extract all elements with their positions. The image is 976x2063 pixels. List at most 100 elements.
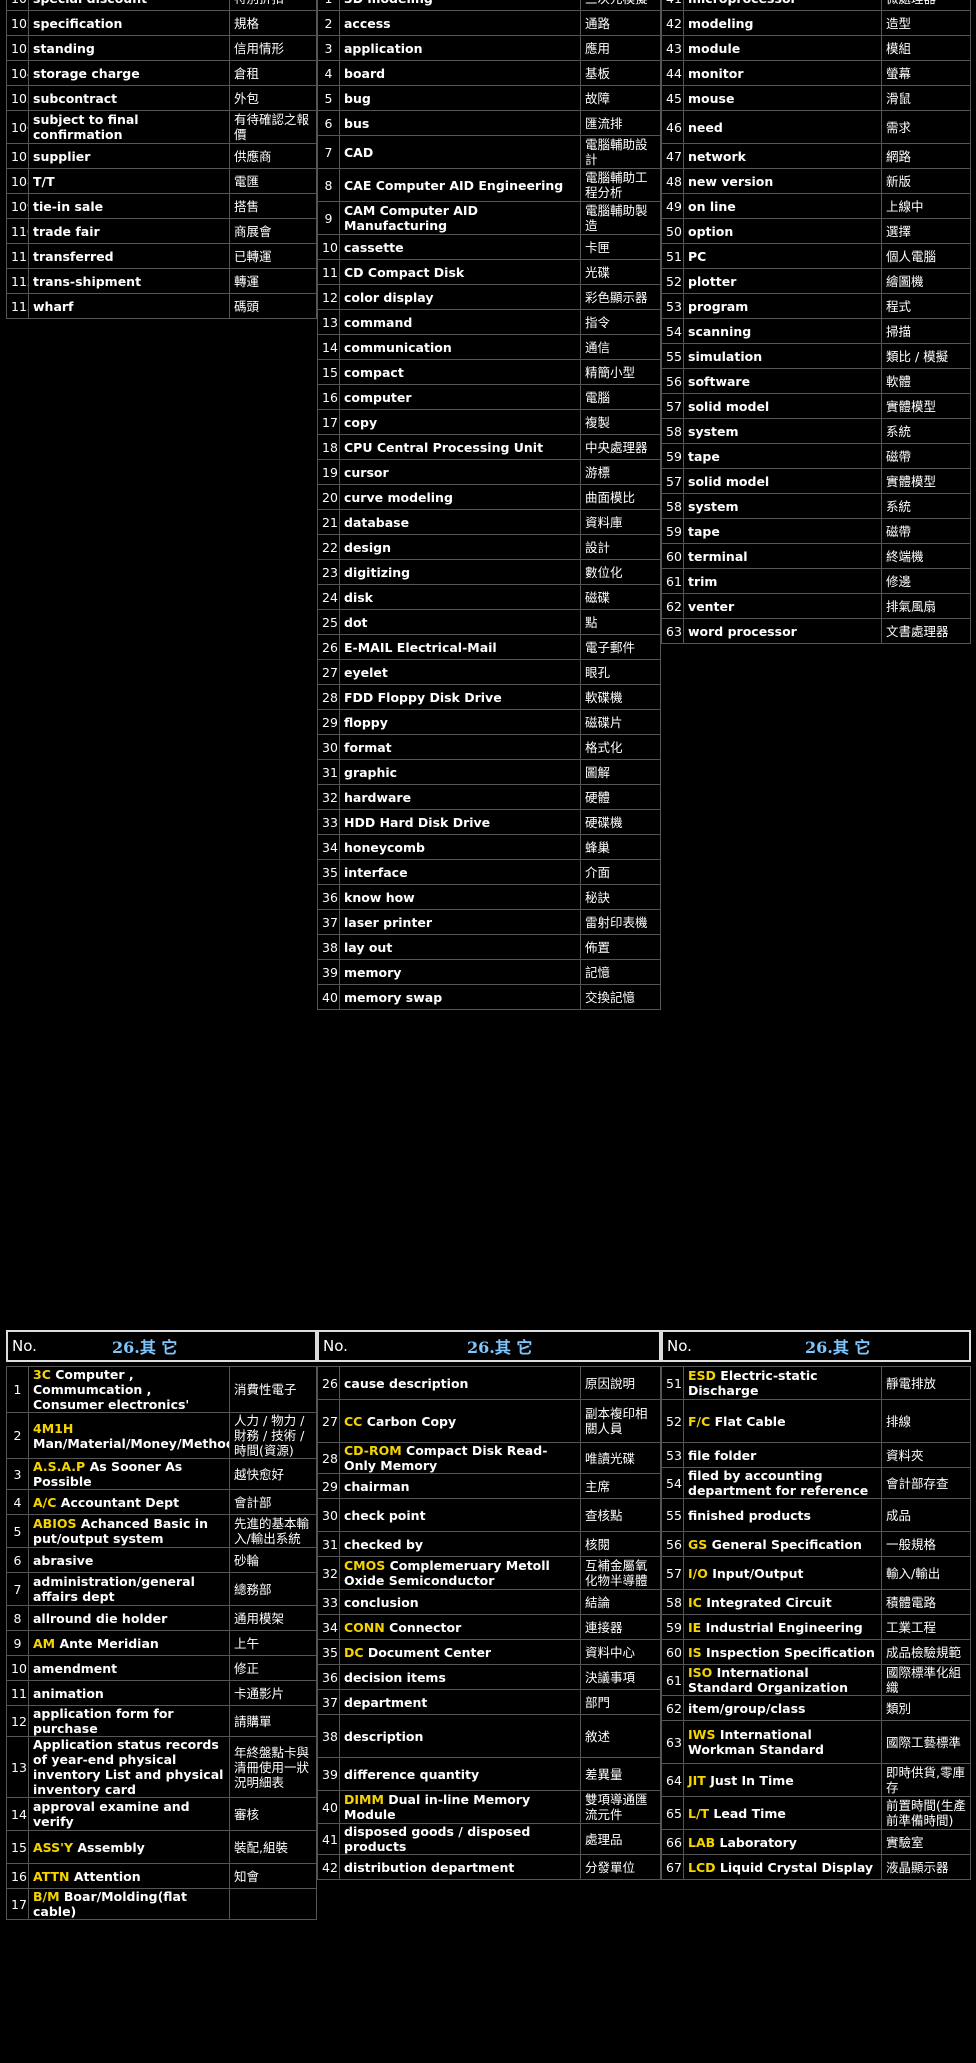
english-term: interface — [339, 859, 581, 885]
row-number: 51 — [661, 243, 684, 269]
row-number: 31 — [317, 759, 340, 785]
english-term-text: cause description — [344, 1375, 469, 1391]
english-term: abrasive — [28, 1547, 230, 1573]
english-term: standing — [28, 35, 230, 61]
glossary-row: 30 format 格式化 — [317, 734, 661, 760]
english-term: solid model — [683, 393, 882, 419]
english-term: word processor — [683, 618, 882, 644]
english-term: trade fair — [28, 218, 230, 244]
row-number: 31 — [317, 1531, 340, 1557]
row-number: 58 — [661, 418, 684, 444]
chinese-term: 知會 — [229, 1863, 317, 1889]
row-number: 33 — [317, 1589, 340, 1615]
english-term: on line — [683, 193, 882, 219]
glossary-row: 8 allround die holder 通用模架 — [6, 1605, 317, 1631]
chinese-term: 實體模型 — [881, 393, 971, 419]
chinese-term: 特別折扣 — [229, 0, 317, 11]
english-term: bug — [339, 85, 581, 111]
row-number: 23 — [317, 559, 340, 585]
chinese-term: 類別 — [881, 1695, 971, 1721]
abbreviation: IWS — [688, 1727, 716, 1742]
english-term-text: file folder — [688, 1447, 757, 1463]
english-term: 3C Computer , Commumcation , Consumer el… — [28, 1366, 230, 1413]
english-term-text: CPU Central Processing Unit — [344, 439, 544, 455]
english-term: item/group/class — [683, 1695, 882, 1721]
glossary-row: 33 conclusion 結論 — [317, 1589, 661, 1615]
chinese-term: 越快愈好 — [229, 1458, 317, 1490]
glossary-row: 57 I/O Input/Output 輸入/輸出 — [661, 1556, 971, 1590]
row-number: 41 — [661, 0, 684, 11]
glossary-row: 39 memory 記憶 — [317, 959, 661, 985]
chinese-term: 資料中心 — [580, 1639, 661, 1665]
english-term-text: item/group/class — [688, 1700, 806, 1716]
english-term-text: T/T — [33, 173, 55, 189]
glossary-row: 105subcontract 外包 — [6, 85, 317, 111]
chinese-term: 搭售 — [229, 193, 317, 219]
english-term-text: decision items — [344, 1669, 446, 1685]
english-term: storage charge — [28, 60, 230, 86]
chinese-term: 人力 / 物力 / 財務 / 技術 / 時間(資源) — [229, 1412, 317, 1459]
english-term: format — [339, 734, 581, 760]
glossary-row: 17 B/M Boar/Molding(flat cable) — [6, 1888, 317, 1920]
row-number: 32 — [317, 1556, 340, 1590]
english-term: application form for purchase — [28, 1705, 230, 1737]
glossary-row: 53 program 程式 — [661, 293, 971, 319]
row-number: 51 — [661, 1366, 684, 1400]
chinese-term: 匯流排 — [580, 110, 661, 136]
chinese-term: 已轉運 — [229, 243, 317, 269]
english-term: ATTN Attention — [28, 1863, 230, 1889]
english-term: copy — [339, 409, 581, 435]
row-number: 36 — [317, 884, 340, 910]
glossary-row: 66 LAB Laboratory 實驗室 — [661, 1829, 971, 1855]
chinese-term: 國際標準化組織 — [881, 1664, 971, 1696]
row-number: 26 — [317, 1366, 340, 1400]
english-term: software — [683, 368, 882, 394]
abbreviation: ABIOS — [33, 1516, 77, 1531]
chinese-term: 連接器 — [580, 1614, 661, 1640]
row-number: 108 — [6, 168, 29, 194]
english-term: decision items — [339, 1664, 581, 1690]
abbreviation: CC — [344, 1413, 363, 1429]
row-number: 35 — [317, 859, 340, 885]
row-number: 42 — [317, 1854, 340, 1880]
english-term: T/T — [28, 168, 230, 194]
chinese-term: 網路 — [881, 143, 971, 169]
abbreviation: IE — [688, 1619, 702, 1635]
glossary-row: 113wharf 碼頭 — [6, 293, 317, 319]
chinese-term: 雙項導通匯流元件 — [580, 1790, 661, 1824]
glossary-row: 41 disposed goods / disposed products 處理品 — [317, 1823, 661, 1855]
glossary-row: 48 new version 新版 — [661, 168, 971, 194]
header-no-label: No. — [12, 1337, 37, 1355]
chinese-term: 掃描 — [881, 318, 971, 344]
glossary-row: 2 access 通路 — [317, 10, 661, 36]
english-term-text: word processor — [688, 623, 797, 639]
glossary-row: 55 finished products 成品 — [661, 1498, 971, 1532]
glossary-row: 26 cause description 原因說明 — [317, 1366, 661, 1400]
english-term-text: plotter — [688, 273, 737, 289]
chinese-term: 電子郵件 — [580, 634, 661, 660]
glossary-row: 24 disk 磁碟 — [317, 584, 661, 610]
english-term: eyelet — [339, 659, 581, 685]
english-term: digitizing — [339, 559, 581, 585]
row-number: 29 — [317, 709, 340, 735]
row-number: 22 — [317, 534, 340, 560]
section-header-left: No. 26.其 它 — [6, 1330, 317, 1362]
glossary-row: 107supplier 供應商 — [6, 143, 317, 169]
english-term: scanning — [683, 318, 882, 344]
english-term-text: CAD — [344, 144, 374, 160]
header-no-label: No. — [323, 1337, 348, 1355]
glossary-row: 36 know how 秘訣 — [317, 884, 661, 910]
glossary-row: 63 word processor 文書處理器 — [661, 618, 971, 644]
glossary-row: 67 LCD Liquid Crystal Display 液晶顯示器 — [661, 1854, 971, 1880]
chinese-term: 數位化 — [580, 559, 661, 585]
row-number: 62 — [661, 1695, 684, 1721]
english-term: LCD Liquid Crystal Display — [683, 1854, 882, 1880]
chinese-term: 碼頭 — [229, 293, 317, 319]
english-term-text: description — [344, 1728, 424, 1744]
row-number: 44 — [661, 60, 684, 86]
english-term: application — [339, 35, 581, 61]
english-term: laser printer — [339, 909, 581, 935]
chinese-term: 請購單 — [229, 1705, 317, 1737]
row-number: 28 — [317, 1442, 340, 1474]
english-term-text: PC — [688, 248, 707, 264]
